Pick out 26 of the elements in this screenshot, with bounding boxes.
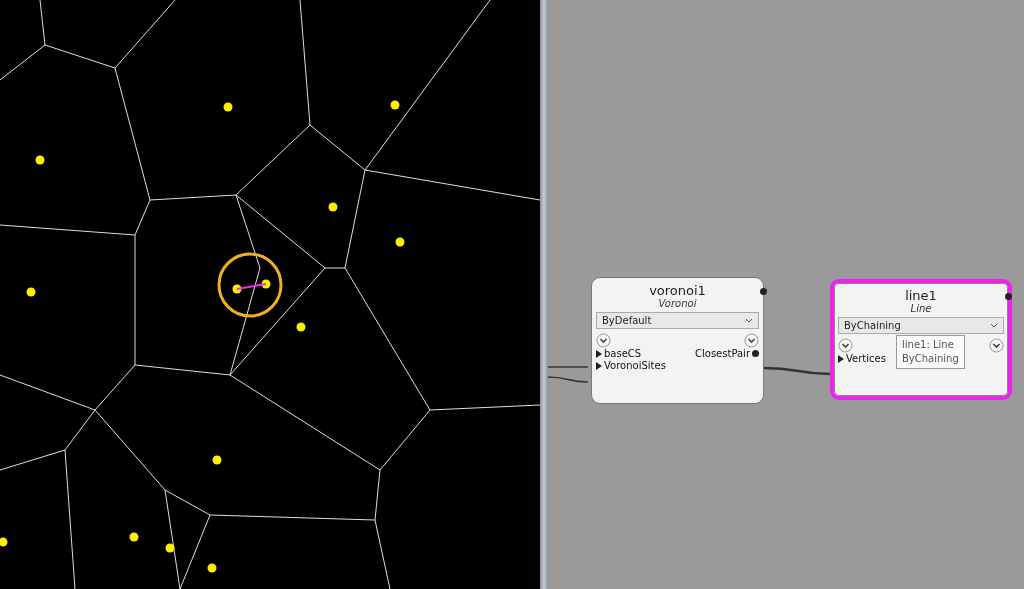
expand-icon[interactable] — [838, 338, 853, 353]
chevron-icon — [745, 318, 753, 323]
node-title: line1 — [905, 288, 937, 303]
expand-icon[interactable] — [989, 338, 1004, 353]
input-port[interactable]: baseCS — [596, 348, 666, 359]
input-port[interactable]: VoronoiSites — [596, 360, 666, 371]
dropdown[interactable]: ByChaining — [838, 317, 1004, 334]
expand-icon[interactable] — [744, 333, 759, 348]
node-type: Line — [910, 303, 932, 314]
connector-wire — [548, 376, 589, 383]
node-type: Voronoi — [658, 298, 697, 309]
graph-node[interactable]: voronoi1 Voronoi ByDefault baseCS VoronoiSites ClosestPair — [591, 277, 764, 404]
triangle-icon — [838, 354, 844, 363]
expand-icon[interactable] — [596, 333, 611, 348]
dot-icon — [752, 350, 759, 357]
output-dot[interactable] — [1005, 293, 1012, 300]
node-title: voronoi1 — [649, 283, 706, 298]
chevron-icon — [990, 323, 998, 328]
output-dot[interactable] — [760, 288, 767, 295]
tooltip-line: ByChaining — [902, 352, 959, 366]
input-port[interactable]: Vertices — [838, 353, 886, 364]
tooltip-line: line1: Line — [902, 338, 955, 352]
dropdown[interactable]: ByDefault — [596, 312, 759, 329]
connector-wire — [548, 366, 589, 368]
output-port[interactable]: ClosestPair — [695, 348, 759, 359]
connector-wire — [764, 366, 831, 376]
